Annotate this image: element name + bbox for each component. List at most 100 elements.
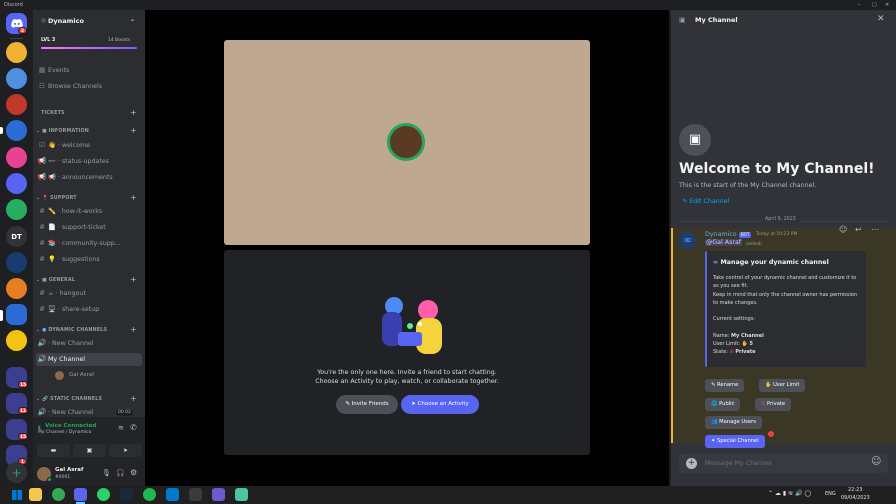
mention-badge: 11 [18,407,29,414]
add-channel-icon[interactable]: + [130,276,137,284]
globe-icon: 🌐 [711,401,718,407]
announcement-icon: 📢 [37,157,47,165]
close-window-button[interactable]: ✕ [885,0,889,10]
channel-hangout[interactable]: # ☕ · hangout [36,287,142,300]
server-icon-7[interactable] [6,199,27,220]
bot-avatar[interactable]: ∞ [679,232,696,249]
emoji-icon[interactable]: ☺ [871,456,881,467]
message-row[interactable]: ∞ Dynamico BOT Today at 10:23 PM ☺ ↩ ⋯ @… [671,225,896,448]
voice-location[interactable]: My Channel / Dynamico [38,430,91,435]
browse-icon: ☷ [38,82,46,90]
channel-share-setup[interactable]: # 🖥️ · share-setup [36,303,142,316]
voice-stage: You're the only one here. Invite a frien… [145,10,669,486]
start-button[interactable] [12,490,22,500]
public-button[interactable]: 🌐 Public [705,398,741,411]
server-icon-2[interactable] [6,68,27,89]
choose-activity-button[interactable]: ➤ Choose an Activity [401,395,479,414]
add-channel-icon[interactable]: + [130,326,137,334]
voice-user-avatar[interactable] [55,371,64,380]
message-composer[interactable]: + Message My Channel ☺ [679,454,888,473]
more-options-icon[interactable]: ⋯ [871,225,879,234]
user-mention[interactable]: @Gal Asraf [705,239,743,246]
taskbar-chrome[interactable] [52,488,65,501]
channel-how-it-works[interactable]: # ✏️ · how-it-works [36,205,142,218]
voice-status[interactable]: Voice Connected [45,423,96,429]
category-static-channels[interactable]: ⌄ 🔗 STATIC CHANNELS [36,397,102,402]
rename-button[interactable]: ✎ Rename [705,379,745,392]
notification-dot [768,431,774,437]
taskbar-app-3[interactable] [235,488,248,501]
server-icon-8[interactable] [6,252,27,273]
server-icon-3[interactable] [6,94,27,115]
voice-channel-my-channel[interactable]: 🔊 My Channel [36,353,142,366]
server-icon-4[interactable] [6,120,27,141]
screenshare-button[interactable]: ▣ [73,444,106,457]
category-support[interactable]: ⌄ 📍 SUPPORT [36,196,77,201]
boost-count[interactable]: 14 Boosts [108,38,130,43]
events-link[interactable]: ▦ Events [36,64,142,77]
voice-channel-new-channel[interactable]: 🔊 · New Channel [36,337,142,350]
category-information[interactable]: ⌄ ■ INFORMATION [36,129,89,134]
taskbar-whatsapp[interactable] [97,488,110,501]
title-bar: Discord – □ ✕ [0,0,896,10]
tray-language[interactable]: ENG [825,491,836,497]
private-button[interactable]: ⊘ Private [755,398,792,411]
tray-time[interactable]: 22:23 [848,487,862,493]
headphones-icon[interactable]: 🎧 [116,469,125,477]
channel-suggestions[interactable]: # 💡 · suggestions [36,253,142,266]
mention-bar [671,228,673,443]
message-author[interactable]: Dynamico [705,231,737,238]
noise-suppression-icon[interactable]: ≋ [118,424,124,432]
taskbar-file-explorer[interactable] [29,488,42,501]
tray-date[interactable]: 09/04/2023 [841,495,870,501]
server-icon-1[interactable] [6,42,27,63]
taskbar-app-1[interactable] [189,488,202,501]
channel-community-support[interactable]: # 📚 · community-supp... [36,237,142,250]
voice-user-name[interactable]: Gal Asraf [69,372,94,378]
channel-announcements[interactable]: 📢 📢 · announcements [36,171,142,184]
taskbar-app-2[interactable] [212,488,225,501]
add-channel-icon[interactable]: + [130,395,137,403]
reaction-icon[interactable]: ☺ [839,225,847,234]
tray-icons[interactable]: ⌃ ☁ ▮ ≋ 🔊 ◯ [768,490,811,497]
reply-icon[interactable]: ↩ [855,225,862,234]
category-tickets[interactable]: TICKETS [41,111,65,116]
category-general[interactable]: ⌄ ■ GENERAL [36,278,75,283]
channel-support-ticket[interactable]: # 📄 · support-ticket [36,221,142,234]
hash-icon: # [39,207,45,215]
server-icon-9[interactable] [6,278,27,299]
channel-status-updates[interactable]: 📢 ➖ · status-updates [36,155,142,168]
activity-button[interactable]: ➤ [109,444,142,457]
browse-channels-link[interactable]: ☷ Browse Channels [36,80,142,93]
server-icon-6[interactable] [6,173,27,194]
taskbar-discord[interactable] [74,488,87,501]
microphone-icon[interactable]: 🎙 [102,469,111,477]
minimize-button[interactable]: – [858,0,861,10]
taskbar-spotify[interactable] [143,488,156,501]
taskbar-steam[interactable] [120,488,133,501]
close-chat-button[interactable]: ✕ [877,14,885,24]
server-header[interactable]: Dynamico ⌄ [33,10,145,32]
special-channel-button[interactable]: ✦ Special Channel [705,435,765,448]
video-button[interactable]: ▬ [37,444,70,457]
channel-welcome[interactable]: ☑ 👋 · welcome [36,139,142,152]
add-channel-icon[interactable]: + [130,194,137,202]
taskbar-vscode[interactable] [166,488,179,501]
server-icon-5[interactable] [6,147,27,168]
server-icon-dt[interactable]: DT [6,226,27,247]
category-dynamic-channels[interactable]: ⌄ ● DYNAMIC CHANNELS [36,328,107,333]
server-icon-dynamico[interactable] [6,304,27,325]
settings-gear-icon[interactable]: ⚙ [130,468,137,477]
disconnect-icon[interactable]: ✆ [130,423,137,432]
invite-friends-button[interactable]: ✎ Invite Friends [336,395,398,414]
edit-channel-link[interactable]: ✎ Edit Channel [682,198,729,205]
video-tile[interactable] [224,40,590,245]
server-icon-10[interactable] [6,330,27,351]
user-limit-button[interactable]: ✋ User Limit [759,379,806,392]
manage-users-button[interactable]: 👥 Manage Users [705,416,762,429]
maximize-button[interactable]: □ [872,0,877,10]
add-channel-icon[interactable]: + [130,127,137,135]
add-server-button[interactable]: + [6,462,27,483]
add-channel-icon[interactable]: + [130,109,137,117]
add-attachment-icon[interactable]: + [686,458,697,469]
